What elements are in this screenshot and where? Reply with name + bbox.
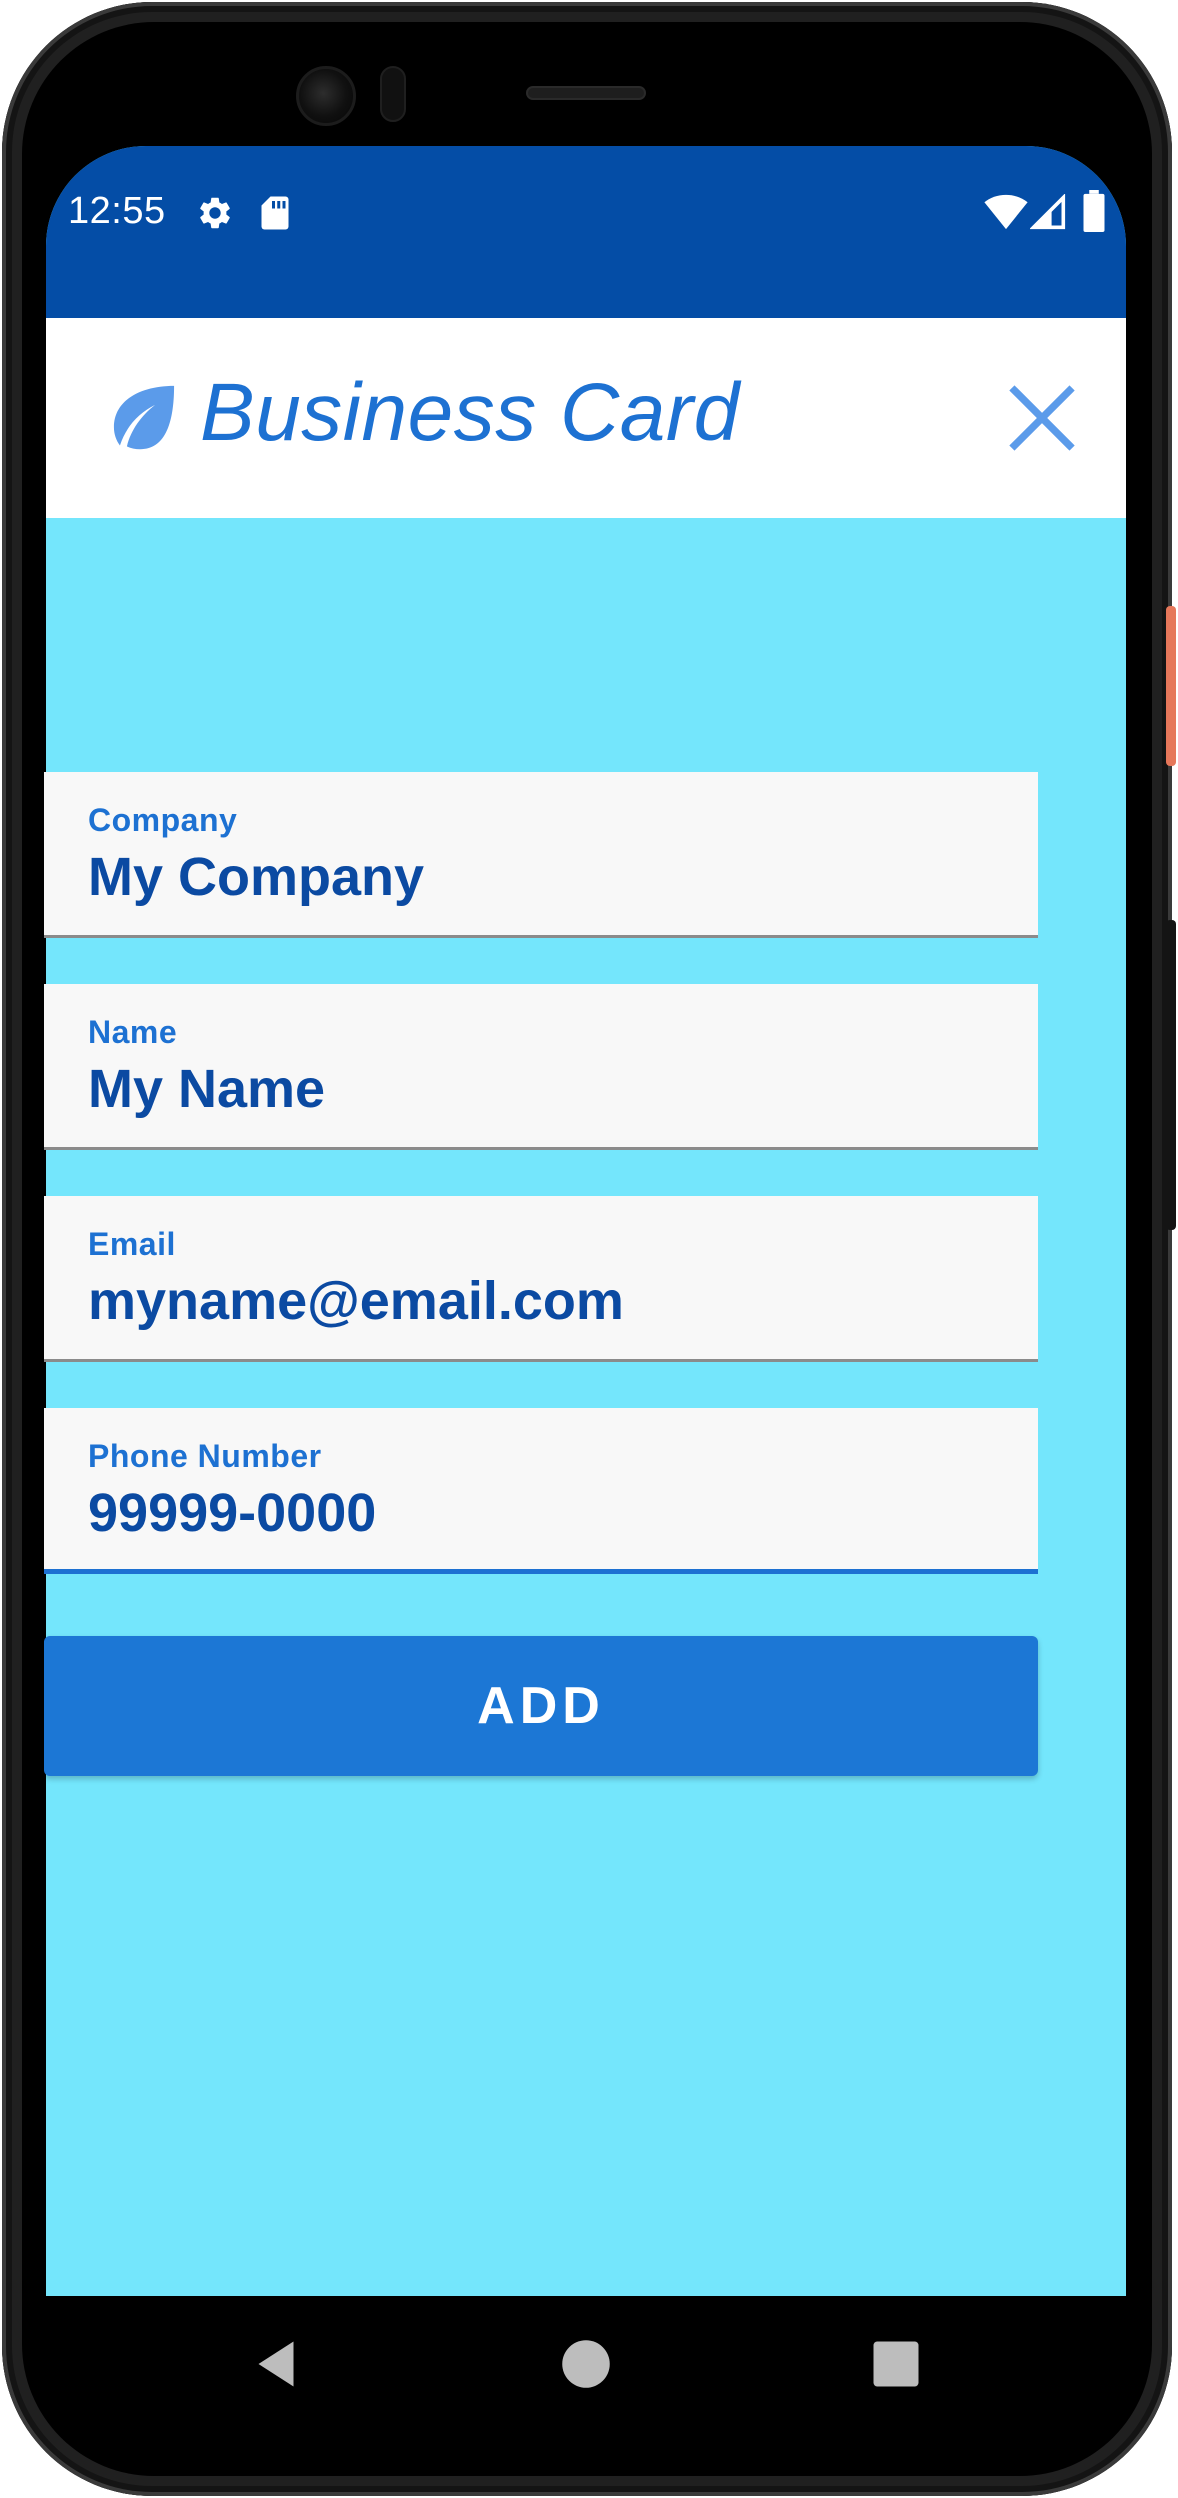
company-field[interactable]: Company My Company — [44, 772, 1038, 938]
add-button[interactable]: ADD — [44, 1636, 1038, 1776]
email-input[interactable]: myname@email.com — [88, 1270, 624, 1332]
earpiece-speaker — [526, 86, 646, 100]
home-icon[interactable] — [556, 2334, 616, 2394]
name-label: Name — [88, 1014, 178, 1050]
proximity-sensor — [380, 66, 406, 122]
app-title: Business Card — [200, 367, 740, 458]
cell-signal-icon — [1030, 194, 1066, 230]
company-label: Company — [88, 802, 238, 838]
status-time: 12:55 — [68, 190, 166, 232]
name-field[interactable]: Name My Name — [44, 984, 1038, 1150]
power-button — [1166, 606, 1176, 766]
name-input[interactable]: My Name — [88, 1058, 325, 1120]
sd-card-icon — [261, 196, 289, 230]
settings-icon — [200, 197, 230, 229]
battery-icon — [1083, 190, 1105, 232]
phone-number-field[interactable]: Phone Number 99999-0000 — [44, 1408, 1038, 1574]
phone-number-label: Phone Number — [88, 1438, 322, 1474]
volume-button — [1166, 920, 1176, 1230]
back-icon[interactable] — [246, 2334, 306, 2394]
wifi-icon — [984, 194, 1028, 230]
navigation-bar — [46, 2296, 1126, 2432]
app-bar: Business Card — [46, 318, 1126, 518]
company-input[interactable]: My Company — [88, 846, 424, 908]
leaf-icon — [113, 385, 175, 450]
close-icon[interactable] — [998, 374, 1086, 462]
phone-number-input[interactable]: 99999-0000 — [88, 1482, 376, 1544]
recents-icon[interactable] — [866, 2334, 926, 2394]
email-field[interactable]: Email myname@email.com — [44, 1196, 1038, 1362]
add-button-label: ADD — [477, 1677, 605, 1735]
status-bar: 12:55 — [46, 146, 1126, 318]
email-label: Email — [88, 1226, 176, 1262]
business-card-form: Company My Company Name My Name Email my… — [44, 772, 1038, 1620]
front-camera — [296, 66, 356, 126]
